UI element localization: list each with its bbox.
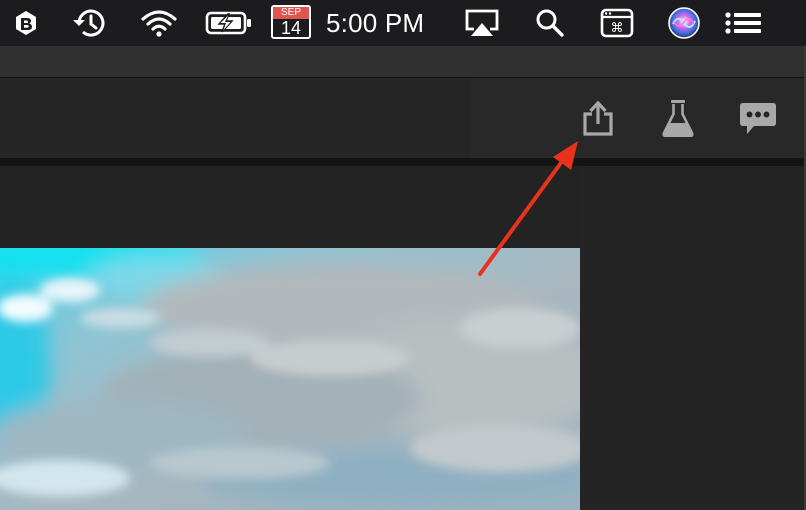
- menu-bar: SEP 14 5:00 PM ⌘: [0, 0, 806, 46]
- share-icon: [583, 100, 613, 136]
- app-status-icon[interactable]: [10, 0, 42, 46]
- calendar-day: 14: [280, 18, 302, 38]
- flask-icon: [662, 100, 694, 137]
- calendar-date-icon[interactable]: SEP 14: [271, 5, 311, 39]
- cloudy-sky-photo: [0, 248, 580, 510]
- battery-charging-icon[interactable]: [203, 0, 255, 46]
- side-panel: [580, 166, 804, 510]
- toolbar-divider: [0, 158, 804, 166]
- spotlight-search-icon[interactable]: [532, 0, 568, 46]
- share-button[interactable]: [578, 96, 618, 140]
- siri-icon[interactable]: [666, 0, 702, 46]
- chat-icon: [740, 103, 776, 134]
- wifi-icon[interactable]: [138, 0, 180, 46]
- comments-button[interactable]: [738, 96, 778, 140]
- window-title-bar: [0, 46, 806, 78]
- notification-center-icon[interactable]: [720, 0, 766, 46]
- clock-text: 5:00 PM: [326, 7, 425, 38]
- svg-text:⌘: ⌘: [611, 21, 624, 36]
- airplay-icon[interactable]: [462, 0, 502, 46]
- time-machine-icon[interactable]: [70, 0, 110, 46]
- experiments-button[interactable]: [658, 96, 698, 140]
- keyboard-shortcut-icon[interactable]: ⌘: [597, 0, 637, 46]
- menu-bar-clock[interactable]: 5:00 PM: [326, 0, 446, 46]
